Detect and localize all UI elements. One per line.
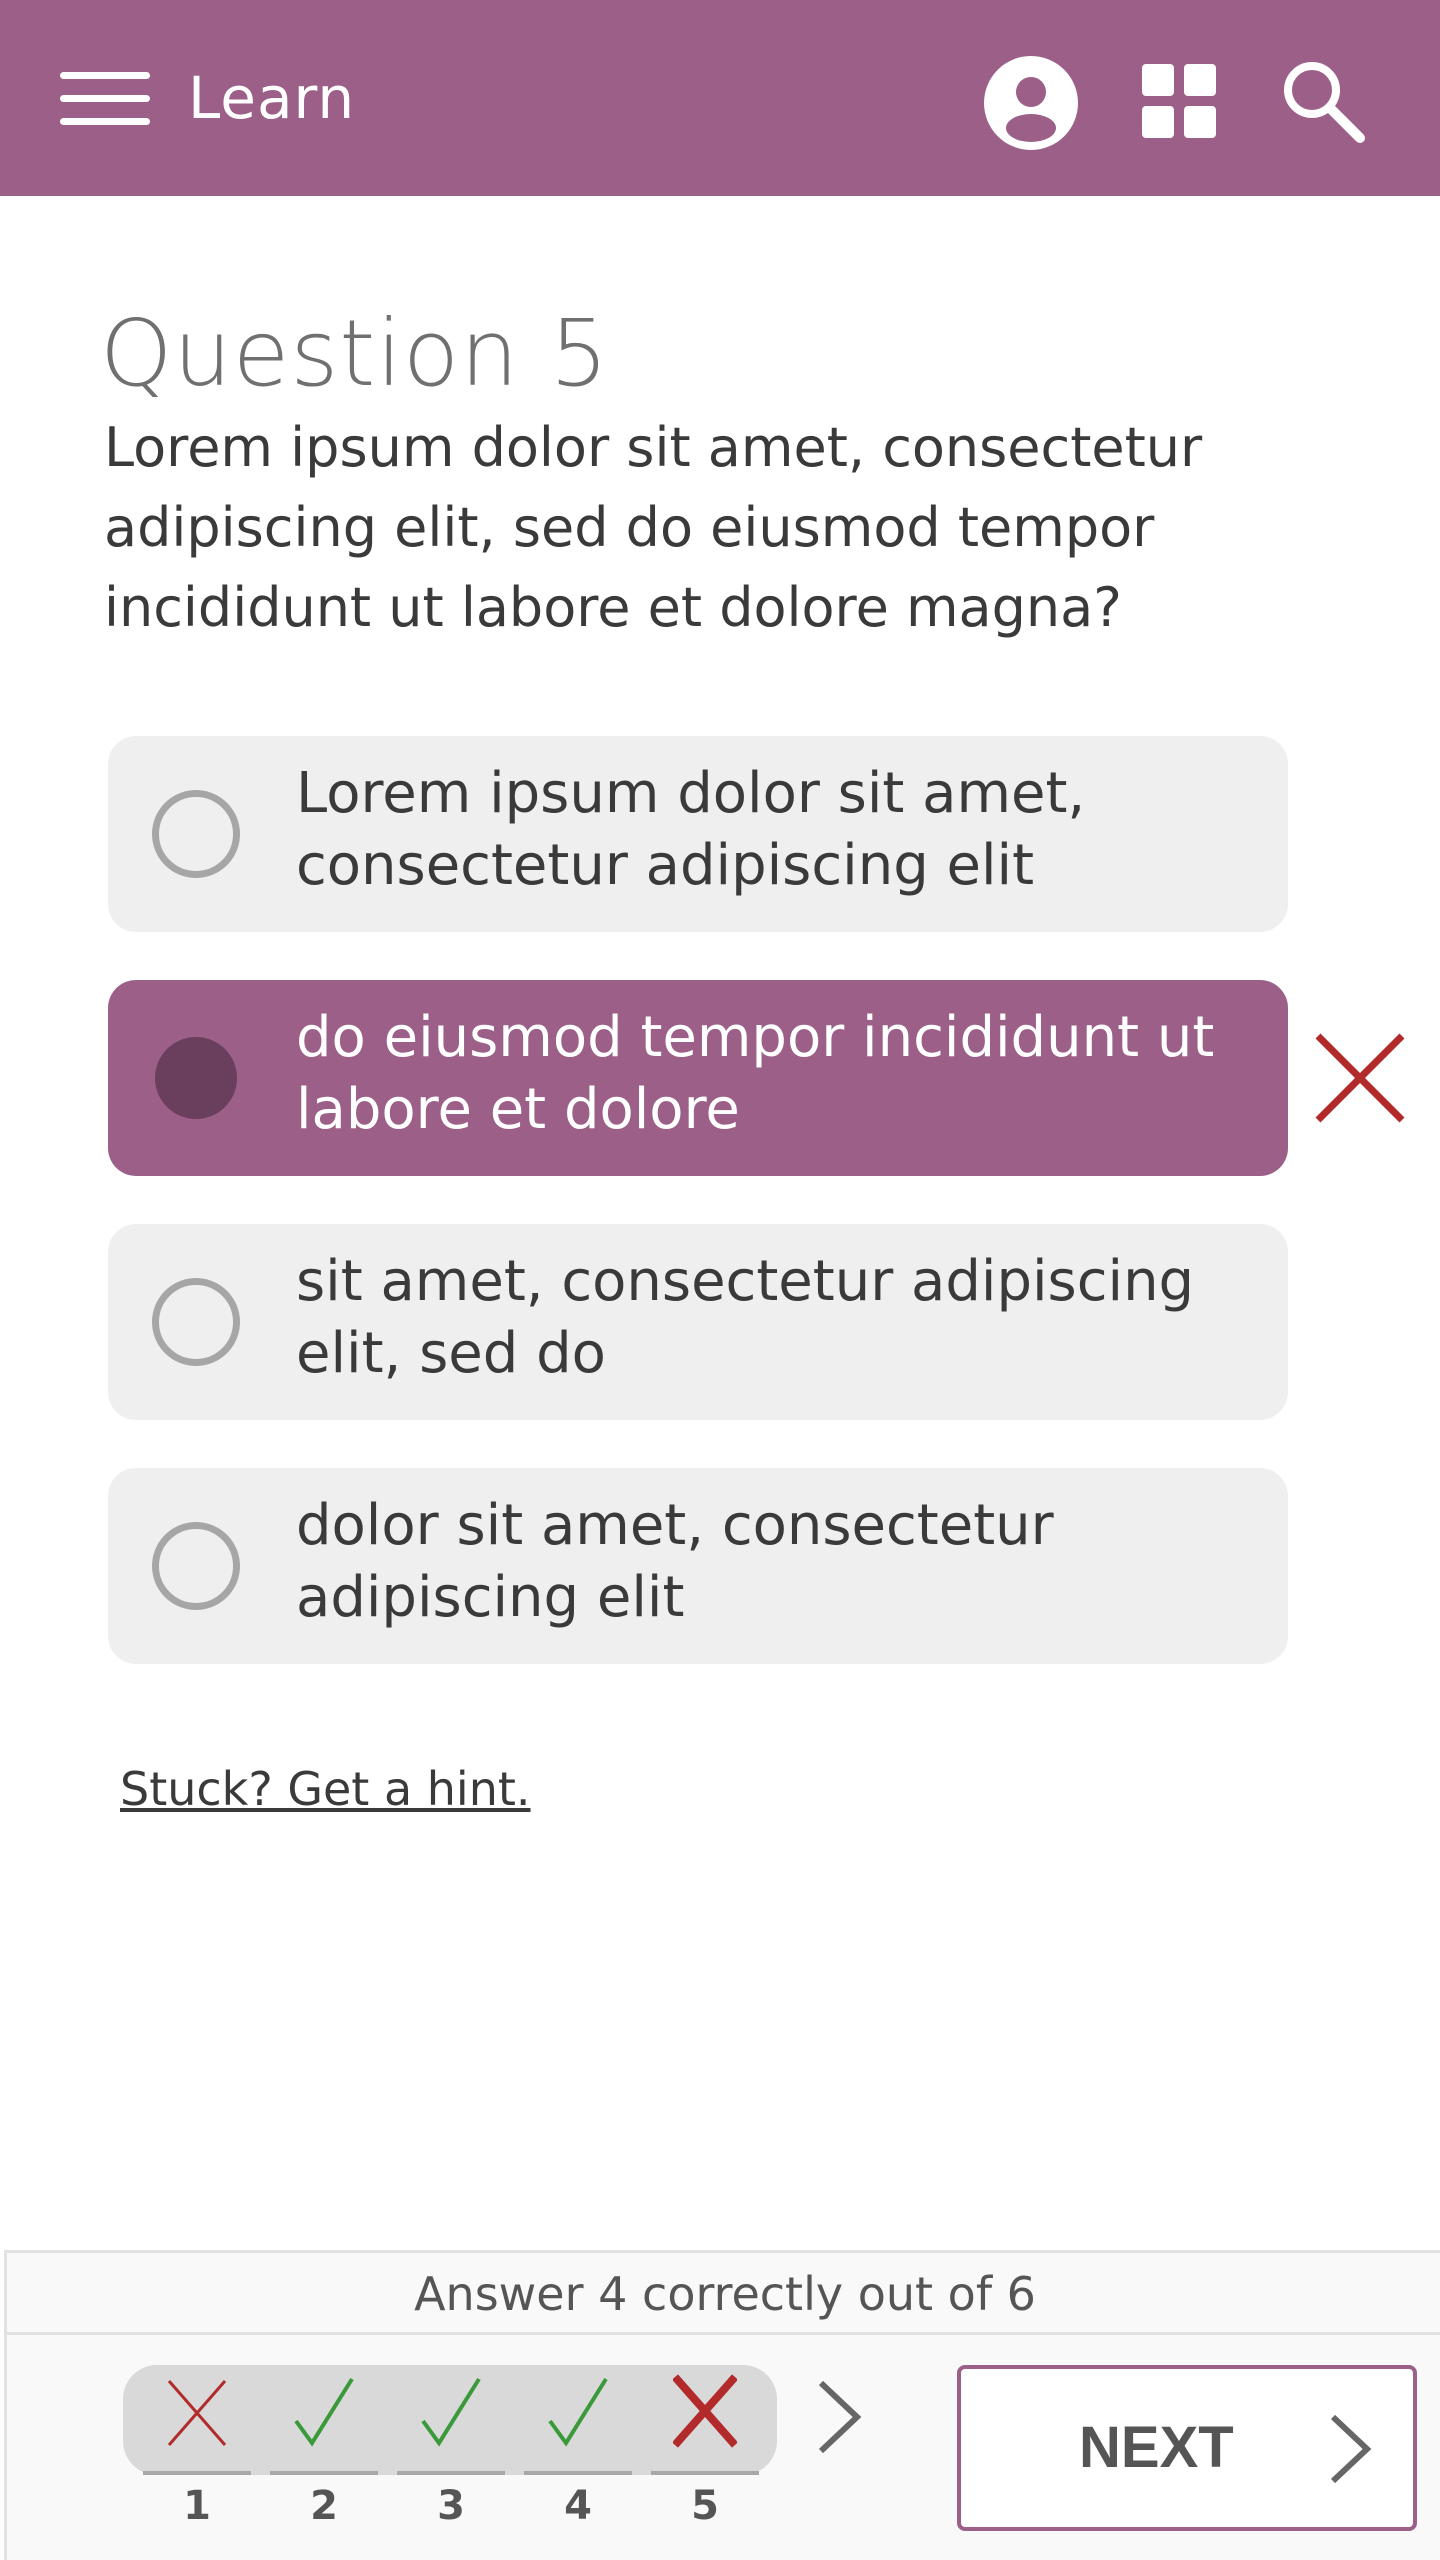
- answer-option-2[interactable]: do eiusmod tempor incididunt ut labore e…: [108, 980, 1288, 1176]
- app-title: Learn: [188, 64, 356, 132]
- progress-number: 1: [183, 2483, 211, 2529]
- grid-icon[interactable]: [1142, 64, 1216, 138]
- question-title: Question 5: [100, 300, 610, 407]
- incorrect-x-icon: [167, 2380, 227, 2446]
- incorrect-x-icon: [673, 2374, 737, 2448]
- answer-option-1[interactable]: Lorem ipsum dolor sit amet, consectetur …: [108, 736, 1288, 932]
- progress-number: 3: [437, 2483, 465, 2529]
- progress-number: 5: [691, 2483, 719, 2529]
- answer-label: dolor sit amet, consectetur adipiscing e…: [296, 1493, 1054, 1630]
- answer-option-3[interactable]: sit amet, consectetur adipiscing elit, s…: [108, 1224, 1288, 1420]
- radio-button[interactable]: [152, 1522, 240, 1610]
- app-header: Learn: [0, 0, 1440, 196]
- answer-option-4[interactable]: dolor sit amet, consectetur adipiscing e…: [108, 1468, 1288, 1664]
- chevron-right-icon: [1330, 2414, 1372, 2484]
- correct-check-icon: [294, 2377, 354, 2447]
- user-icon[interactable]: [982, 54, 1080, 152]
- progress-number: 2: [310, 2483, 338, 2529]
- radio-button[interactable]: [152, 1278, 240, 1366]
- progress-caption: Answer 4 correctly out of 6: [7, 2253, 1440, 2335]
- progress-item-4[interactable]: 4: [524, 2371, 632, 2541]
- progress-item-5[interactable]: 5: [651, 2371, 759, 2541]
- answer-label: sit amet, consectetur adipiscing elit, s…: [296, 1249, 1195, 1386]
- progress-number: 4: [564, 2483, 592, 2529]
- progress-item-2[interactable]: 2: [270, 2371, 378, 2541]
- question-text: Lorem ipsum dolor sit amet, consectetur …: [104, 416, 1203, 639]
- hint-link[interactable]: Stuck? Get a hint.: [120, 1762, 531, 1816]
- next-button-label: NEXT: [1079, 2415, 1234, 2480]
- incorrect-x-icon: [1315, 1033, 1405, 1123]
- progress-panel: Answer 4 correctly out of 6 1 2 3 4 5 NE…: [4, 2250, 1440, 2560]
- chevron-right-icon[interactable]: [815, 2379, 863, 2455]
- answer-label: do eiusmod tempor incididunt ut labore e…: [296, 1005, 1215, 1142]
- menu-icon[interactable]: [58, 68, 154, 130]
- progress-item-1[interactable]: 1: [143, 2371, 251, 2541]
- progress-item-3[interactable]: 3: [397, 2371, 505, 2541]
- radio-button-selected[interactable]: [155, 1037, 237, 1119]
- correct-check-icon: [421, 2377, 481, 2447]
- answer-label: Lorem ipsum dolor sit amet, consectetur …: [296, 761, 1086, 898]
- radio-button[interactable]: [152, 790, 240, 878]
- next-button[interactable]: NEXT: [957, 2365, 1417, 2531]
- correct-check-icon: [548, 2377, 608, 2447]
- search-icon[interactable]: [1280, 58, 1366, 144]
